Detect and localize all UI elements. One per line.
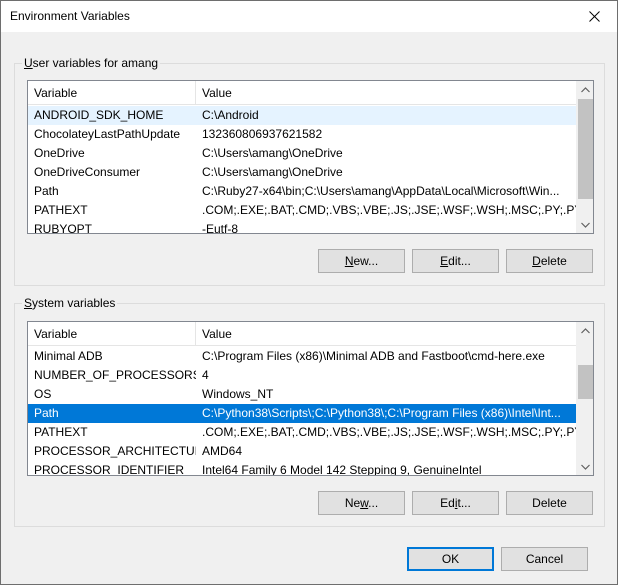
- ok-button[interactable]: OK: [407, 547, 494, 571]
- user-new-button-label: New...: [344, 254, 379, 268]
- table-row[interactable]: ANDROID_SDK_HOME C:\Android: [28, 106, 577, 125]
- system-delete-button[interactable]: Delete: [506, 491, 593, 515]
- variable-value-cell: C:\Android: [202, 108, 259, 122]
- user-new-button[interactable]: New...: [318, 249, 405, 273]
- chevron-down-icon: [581, 464, 590, 470]
- table-row[interactable]: OS Windows_NT: [28, 385, 577, 404]
- variable-name-cell: PROCESSOR_IDENTIFIER: [34, 463, 185, 476]
- variable-name-cell: Path: [34, 184, 59, 198]
- table-row[interactable]: OneDrive C:\Users\amang\OneDrive: [28, 144, 577, 163]
- environment-variables-dialog: Environment Variables User variables for…: [0, 0, 618, 585]
- ok-button-label: OK: [441, 552, 460, 566]
- chevron-up-icon: [581, 86, 590, 92]
- close-button[interactable]: [571, 1, 617, 32]
- variable-name-cell: PATHEXT: [34, 203, 88, 217]
- variable-name-cell: OneDriveConsumer: [34, 165, 141, 179]
- user-delete-button-label: Delete: [532, 254, 567, 268]
- user-variables-label: User variables for amang: [22, 56, 161, 70]
- user-list-scrollbar[interactable]: [576, 81, 593, 233]
- system-variables-label: System variables: [22, 296, 118, 310]
- variable-value-cell: AMD64: [202, 444, 243, 458]
- system-new-button[interactable]: New...: [318, 491, 405, 515]
- chevron-down-icon: [581, 222, 590, 228]
- chevron-up-icon: [581, 327, 590, 333]
- scroll-thumb[interactable]: [578, 365, 593, 399]
- table-row[interactable]: PATHEXT .COM;.EXE;.BAT;.CMD;.VBS;.VBE;.JS…: [28, 201, 577, 220]
- table-row[interactable]: OneDriveConsumer C:\Users\amang\OneDrive: [28, 163, 577, 182]
- system-delete-button-label: Delete: [532, 496, 567, 510]
- variable-value-cell: Intel64 Family 6 Model 142 Stepping 9, G…: [202, 463, 482, 476]
- user-variables-list[interactable]: Variable Value ANDROID_SDK_HOME C:\Androi…: [27, 80, 594, 234]
- variable-name-cell: NUMBER_OF_PROCESSORS: [34, 368, 196, 382]
- table-row[interactable]: PATHEXT .COM;.EXE;.BAT;.CMD;.VBS;.VBE;.JS…: [28, 423, 577, 442]
- close-icon: [588, 11, 600, 22]
- variable-value-cell: 132360806937621582: [202, 127, 323, 141]
- cancel-button-label: Cancel: [525, 552, 564, 566]
- scroll-thumb[interactable]: [578, 99, 593, 199]
- variable-value-cell: C:\Users\amang\OneDrive: [202, 165, 343, 179]
- title-bar[interactable]: Environment Variables: [1, 1, 617, 32]
- column-header-variable[interactable]: Variable: [28, 81, 196, 105]
- scroll-down-arrow[interactable]: [577, 216, 593, 233]
- variable-name-cell: PROCESSOR_ARCHITECTURE: [34, 444, 196, 458]
- column-header-variable[interactable]: Variable: [28, 322, 196, 346]
- system-variables-rows: Minimal ADB C:\Program Files (x86)\Minima…: [28, 347, 577, 476]
- system-list-scrollbar[interactable]: [576, 322, 593, 475]
- system-new-button-label: New...: [344, 496, 379, 510]
- table-row[interactable]: ChocolateyLastPathUpdate 1323608069376215…: [28, 125, 577, 144]
- system-edit-button[interactable]: Edit...: [412, 491, 499, 515]
- variable-value-cell: .COM;.EXE;.BAT;.CMD;.VBS;.VBE;.JS;.JSE;.…: [202, 425, 577, 439]
- variable-name-cell: OneDrive: [34, 146, 85, 160]
- window-title: Environment Variables: [10, 9, 130, 23]
- user-variables-rows: ANDROID_SDK_HOME C:\Android ChocolateyLast…: [28, 106, 577, 234]
- variable-name-cell: PATHEXT: [34, 425, 88, 439]
- table-row[interactable]: Path C:\Python38\Scripts\;C:\Python38\;C:…: [28, 404, 577, 423]
- variable-value-cell: C:\Users\amang\OneDrive: [202, 146, 343, 160]
- variable-name-cell: ChocolateyLastPathUpdate: [34, 127, 181, 141]
- column-header-value[interactable]: Value: [196, 81, 577, 105]
- variable-value-cell: C:\Python38\Scripts\;C:\Python38\;C:\Pro…: [202, 406, 561, 420]
- user-delete-button[interactable]: Delete: [506, 249, 593, 273]
- variable-value-cell: C:\Ruby27-x64\bin;C:\Users\amang\AppData…: [202, 184, 560, 198]
- variable-name-cell: ANDROID_SDK_HOME: [34, 108, 164, 122]
- user-edit-button-label: Edit...: [440, 254, 471, 268]
- user-edit-button[interactable]: Edit...: [412, 249, 499, 273]
- variable-name-cell: Minimal ADB: [34, 349, 103, 363]
- cancel-button[interactable]: Cancel: [501, 547, 588, 571]
- scroll-up-arrow[interactable]: [577, 81, 593, 98]
- system-edit-button-label: Edit...: [440, 496, 471, 510]
- scroll-down-arrow[interactable]: [577, 458, 593, 475]
- list-header: Variable Value: [28, 81, 577, 105]
- variable-value-cell: Windows_NT: [202, 387, 274, 401]
- variable-name-cell: RUBYOPT: [34, 222, 93, 234]
- variable-name-cell: OS: [34, 387, 52, 401]
- table-row[interactable]: PROCESSOR_ARCHITECTURE AMD64: [28, 442, 577, 461]
- list-header: Variable Value: [28, 322, 577, 346]
- variable-value-cell: 4: [202, 368, 209, 382]
- table-row[interactable]: RUBYOPT -Eutf-8: [28, 220, 577, 234]
- table-row[interactable]: NUMBER_OF_PROCESSORS 4: [28, 366, 577, 385]
- table-row[interactable]: Path C:\Ruby27-x64\bin;C:\Users\amang\App…: [28, 182, 577, 201]
- scroll-up-arrow[interactable]: [577, 322, 593, 339]
- column-header-value[interactable]: Value: [196, 322, 577, 346]
- variable-value-cell: .COM;.EXE;.BAT;.CMD;.VBS;.VBE;.JS;.JSE;.…: [202, 203, 577, 217]
- variable-value-cell: C:\Program Files (x86)\Minimal ADB and F…: [202, 349, 545, 363]
- system-variables-list[interactable]: Variable Value Minimal ADB C:\Program Fil…: [27, 321, 594, 476]
- table-row[interactable]: Minimal ADB C:\Program Files (x86)\Minima…: [28, 347, 577, 366]
- table-row[interactable]: PROCESSOR_IDENTIFIER Intel64 Family 6 Mod…: [28, 461, 577, 476]
- variable-name-cell: Path: [34, 406, 59, 420]
- variable-value-cell: -Eutf-8: [202, 222, 239, 234]
